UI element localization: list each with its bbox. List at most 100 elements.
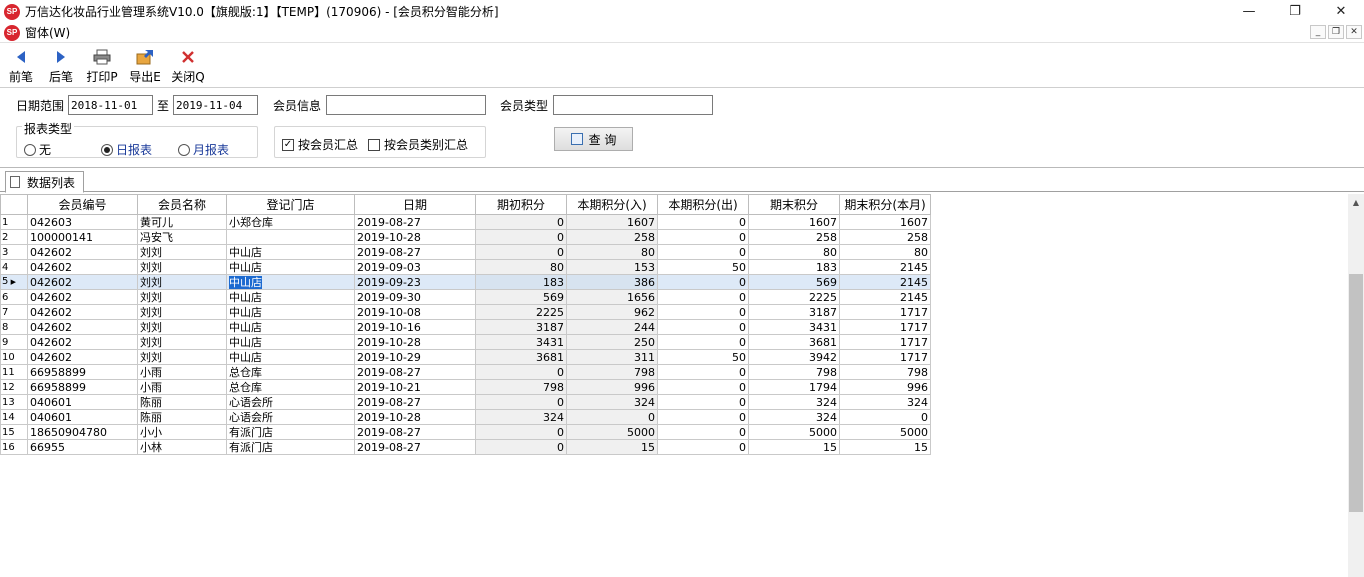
cell-opening-points[interactable]: 0	[475, 394, 567, 410]
export-button[interactable]: 导出E	[128, 44, 162, 85]
cell-member-id[interactable]: 66955	[27, 439, 138, 455]
member-type-input[interactable]	[553, 95, 713, 115]
cell-opening-points[interactable]: 0	[475, 244, 567, 260]
table-row[interactable]: 11 66958899 小雨 总仓库 2019-08-27 0 798 0 798 798	[0, 364, 931, 380]
cell-points-in[interactable]: 0	[566, 409, 658, 425]
cell-points-out[interactable]: 0	[657, 394, 749, 410]
next-button[interactable]: 后笔	[46, 44, 76, 85]
cell-points-in[interactable]: 15	[566, 439, 658, 455]
cell-member-id[interactable]: 042602	[27, 334, 138, 350]
cell-points-in[interactable]: 153	[566, 259, 658, 275]
cell-date[interactable]: 2019-08-27	[354, 214, 476, 230]
tab-data-list[interactable]: 数据列表	[5, 171, 84, 193]
restore-icon[interactable]: ❐	[1272, 0, 1318, 23]
row-number[interactable]: 14	[0, 409, 28, 425]
cell-date[interactable]: 2019-10-28	[354, 229, 476, 245]
radio-monthly[interactable]: 月报表	[178, 141, 229, 158]
cell-closing-points[interactable]: 80	[748, 244, 840, 260]
cell-closing-month[interactable]: 1717	[839, 319, 931, 335]
cell-points-in[interactable]: 244	[566, 319, 658, 335]
cell-closing-points[interactable]: 183	[748, 259, 840, 275]
cell-date[interactable]: 2019-09-03	[354, 259, 476, 275]
header-closing-month[interactable]: 期末积分(本月)	[839, 194, 931, 215]
cell-member-id[interactable]: 040601	[27, 394, 138, 410]
cell-closing-month[interactable]: 258	[839, 229, 931, 245]
cell-date[interactable]: 2019-09-30	[354, 289, 476, 305]
cell-points-in[interactable]: 1656	[566, 289, 658, 305]
header-member-name[interactable]: 会员名称	[137, 194, 227, 215]
cell-member-name[interactable]: 刘刘	[137, 259, 227, 275]
cell-store[interactable]: 中山店	[226, 289, 355, 305]
header-closing-points[interactable]: 期末积分	[748, 194, 840, 215]
mdi-minimize-icon[interactable]: _	[1310, 25, 1326, 39]
cell-store[interactable]: 小郑仓库	[226, 214, 355, 230]
cell-member-name[interactable]: 刘刘	[137, 319, 227, 335]
cell-points-out[interactable]: 0	[657, 214, 749, 230]
cell-closing-points[interactable]: 3681	[748, 334, 840, 350]
cell-opening-points[interactable]: 3187	[475, 319, 567, 335]
cell-points-in[interactable]: 5000	[566, 424, 658, 440]
cell-opening-points[interactable]: 80	[475, 259, 567, 275]
row-number[interactable]: 11	[0, 364, 28, 380]
cell-closing-month[interactable]: 0	[839, 409, 931, 425]
row-number[interactable]: 7	[0, 304, 28, 320]
cell-points-out[interactable]: 50	[657, 259, 749, 275]
cell-points-in[interactable]: 386	[566, 274, 658, 290]
cell-points-in[interactable]: 250	[566, 334, 658, 350]
cell-member-name[interactable]: 小雨	[137, 379, 227, 395]
table-row[interactable]: 8 042602 刘刘 中山店 2019-10-16 3187 244 0 3431 1717	[0, 319, 931, 335]
cell-closing-points[interactable]: 324	[748, 409, 840, 425]
cell-member-id[interactable]: 66958899	[27, 364, 138, 380]
cell-opening-points[interactable]: 569	[475, 289, 567, 305]
cell-points-in[interactable]: 1607	[566, 214, 658, 230]
cell-points-out[interactable]: 0	[657, 364, 749, 380]
table-row[interactable]: 12 66958899 小雨 总仓库 2019-10-21 798 996 0 1794 996	[0, 379, 931, 395]
cell-opening-points[interactable]: 324	[475, 409, 567, 425]
cell-member-id[interactable]: 040601	[27, 409, 138, 425]
cell-date[interactable]: 2019-10-29	[354, 349, 476, 365]
row-number[interactable]: 6	[0, 289, 28, 305]
cell-store[interactable]: 中山店	[226, 349, 355, 365]
cell-points-out[interactable]: 0	[657, 244, 749, 260]
cell-member-name[interactable]: 小小	[137, 424, 227, 440]
cell-closing-points[interactable]: 5000	[748, 424, 840, 440]
menu-window[interactable]: 窗体(W)	[25, 24, 70, 41]
cell-opening-points[interactable]: 3681	[475, 349, 567, 365]
cell-member-id[interactable]: 042602	[27, 244, 138, 260]
cell-store[interactable]: 中山店	[226, 244, 355, 260]
cell-member-name[interactable]: 陈丽	[137, 394, 227, 410]
table-row[interactable]: 13 040601 陈丽 心语会所 2019-08-27 0 324 0 324 324	[0, 394, 931, 410]
member-info-input[interactable]	[326, 95, 486, 115]
table-row[interactable]: 4 042602 刘刘 中山店 2019-09-03 80 153 50 183 2145	[0, 259, 931, 275]
row-number[interactable]: 15	[0, 424, 28, 440]
row-number[interactable]: 2	[0, 229, 28, 245]
cell-member-id[interactable]: 042602	[27, 319, 138, 335]
cell-store[interactable]: 有派门店	[226, 439, 355, 455]
cell-member-name[interactable]: 刘刘	[137, 244, 227, 260]
cell-closing-month[interactable]: 2145	[839, 274, 931, 290]
radio-none[interactable]: 无	[24, 141, 51, 158]
cell-closing-points[interactable]: 1607	[748, 214, 840, 230]
by-member-type-checkbox[interactable]: 按会员类别汇总	[368, 136, 468, 153]
cell-closing-month[interactable]: 798	[839, 364, 931, 380]
cell-opening-points[interactable]: 0	[475, 229, 567, 245]
mdi-restore-icon[interactable]: ❐	[1328, 25, 1344, 39]
by-member-checkbox[interactable]: ✓ 按会员汇总	[282, 136, 358, 153]
cell-opening-points[interactable]: 0	[475, 214, 567, 230]
cell-member-id[interactable]: 042602	[27, 289, 138, 305]
row-number[interactable]: 5 ▶	[0, 274, 28, 290]
cell-closing-month[interactable]: 2145	[839, 289, 931, 305]
row-number[interactable]: 3	[0, 244, 28, 260]
cell-closing-points[interactable]: 15	[748, 439, 840, 455]
cell-member-name[interactable]: 刘刘	[137, 304, 227, 320]
date-to-input[interactable]	[173, 95, 258, 115]
cell-closing-month[interactable]: 2145	[839, 259, 931, 275]
cell-member-id[interactable]: 042602	[27, 349, 138, 365]
header-member-id[interactable]: 会员编号	[27, 194, 138, 215]
table-row[interactable]: 1 042603 黄可儿 小郑仓库 2019-08-27 0 1607 0 1607 1607	[0, 214, 931, 230]
cell-date[interactable]: 2019-08-27	[354, 244, 476, 260]
cell-date[interactable]: 2019-10-08	[354, 304, 476, 320]
cell-closing-points[interactable]: 258	[748, 229, 840, 245]
cell-date[interactable]: 2019-10-21	[354, 379, 476, 395]
cell-points-in[interactable]: 996	[566, 379, 658, 395]
